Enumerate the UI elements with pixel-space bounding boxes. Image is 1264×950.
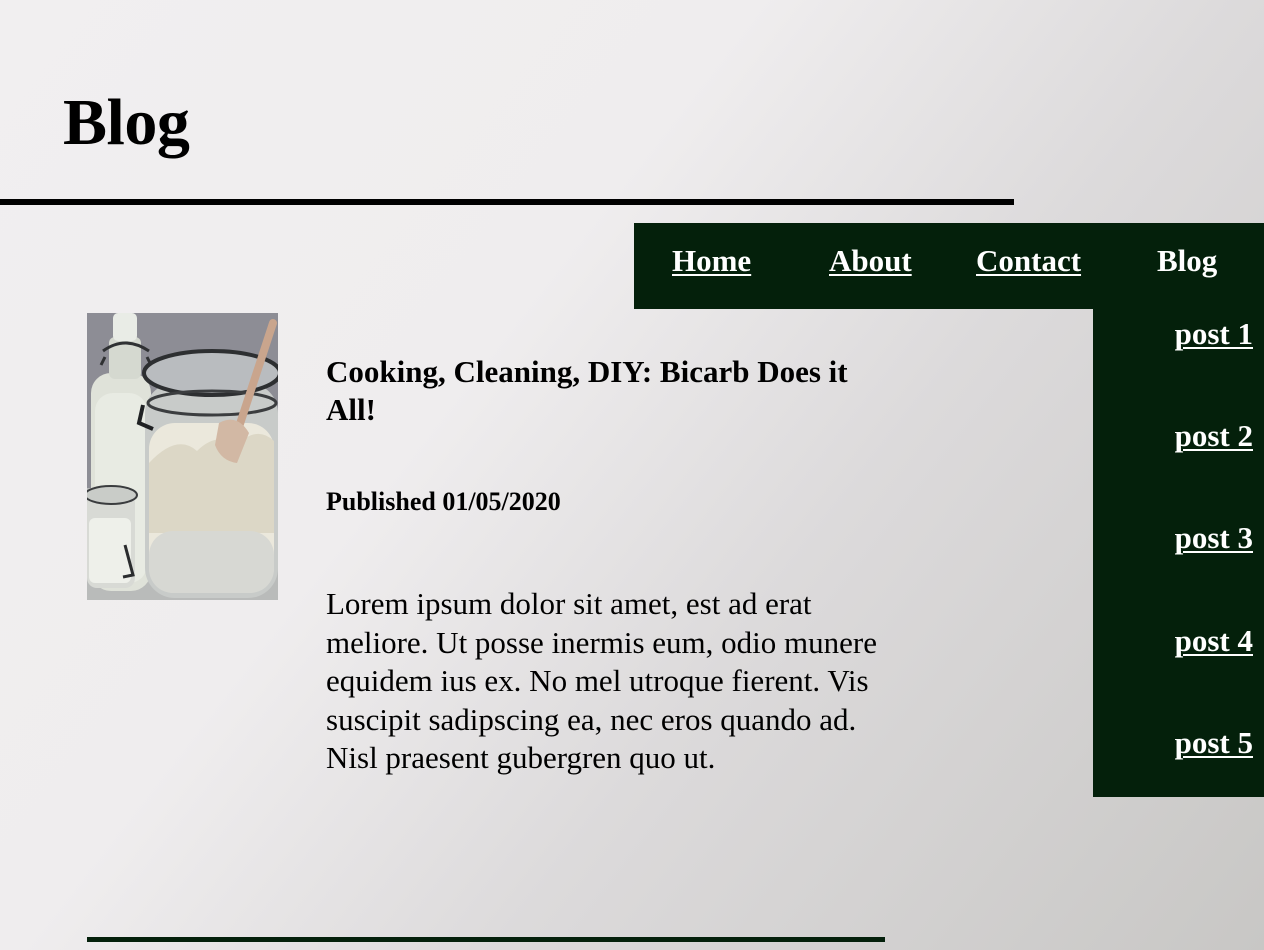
post-image-jars	[87, 313, 278, 600]
sidebar-post-2-link[interactable]: post 2	[1175, 417, 1253, 455]
sidebar-post-5-link[interactable]: post 5	[1175, 724, 1253, 762]
post-title: Cooking, Cleaning, DIY: Bicarb Does it A…	[326, 354, 848, 427]
sidebar-post-1-link[interactable]: post 1	[1175, 315, 1253, 353]
post-published-date: Published 01/05/2020	[326, 487, 561, 516]
sidebar-post-4-link[interactable]: post 4	[1175, 622, 1253, 660]
post-sidebar: post 1 post 2 post 3 post 4 post 5	[1093, 309, 1264, 797]
page-title: Blog	[63, 86, 190, 159]
nav-home-link[interactable]: Home	[672, 242, 751, 280]
footer-divider	[87, 937, 885, 942]
nav-about-link[interactable]: About	[829, 242, 912, 280]
nav-blog-current: Blog	[1157, 243, 1218, 278]
nav-contact-link[interactable]: Contact	[976, 242, 1081, 280]
title-divider	[0, 199, 1014, 205]
sidebar-post-3-link[interactable]: post 3	[1175, 519, 1253, 557]
post-body-text: Lorem ipsum dolor sit amet, est ad erat …	[326, 586, 877, 775]
jars-photo-illustration	[87, 313, 278, 600]
main-nav: Home About Contact Blog	[634, 223, 1264, 309]
